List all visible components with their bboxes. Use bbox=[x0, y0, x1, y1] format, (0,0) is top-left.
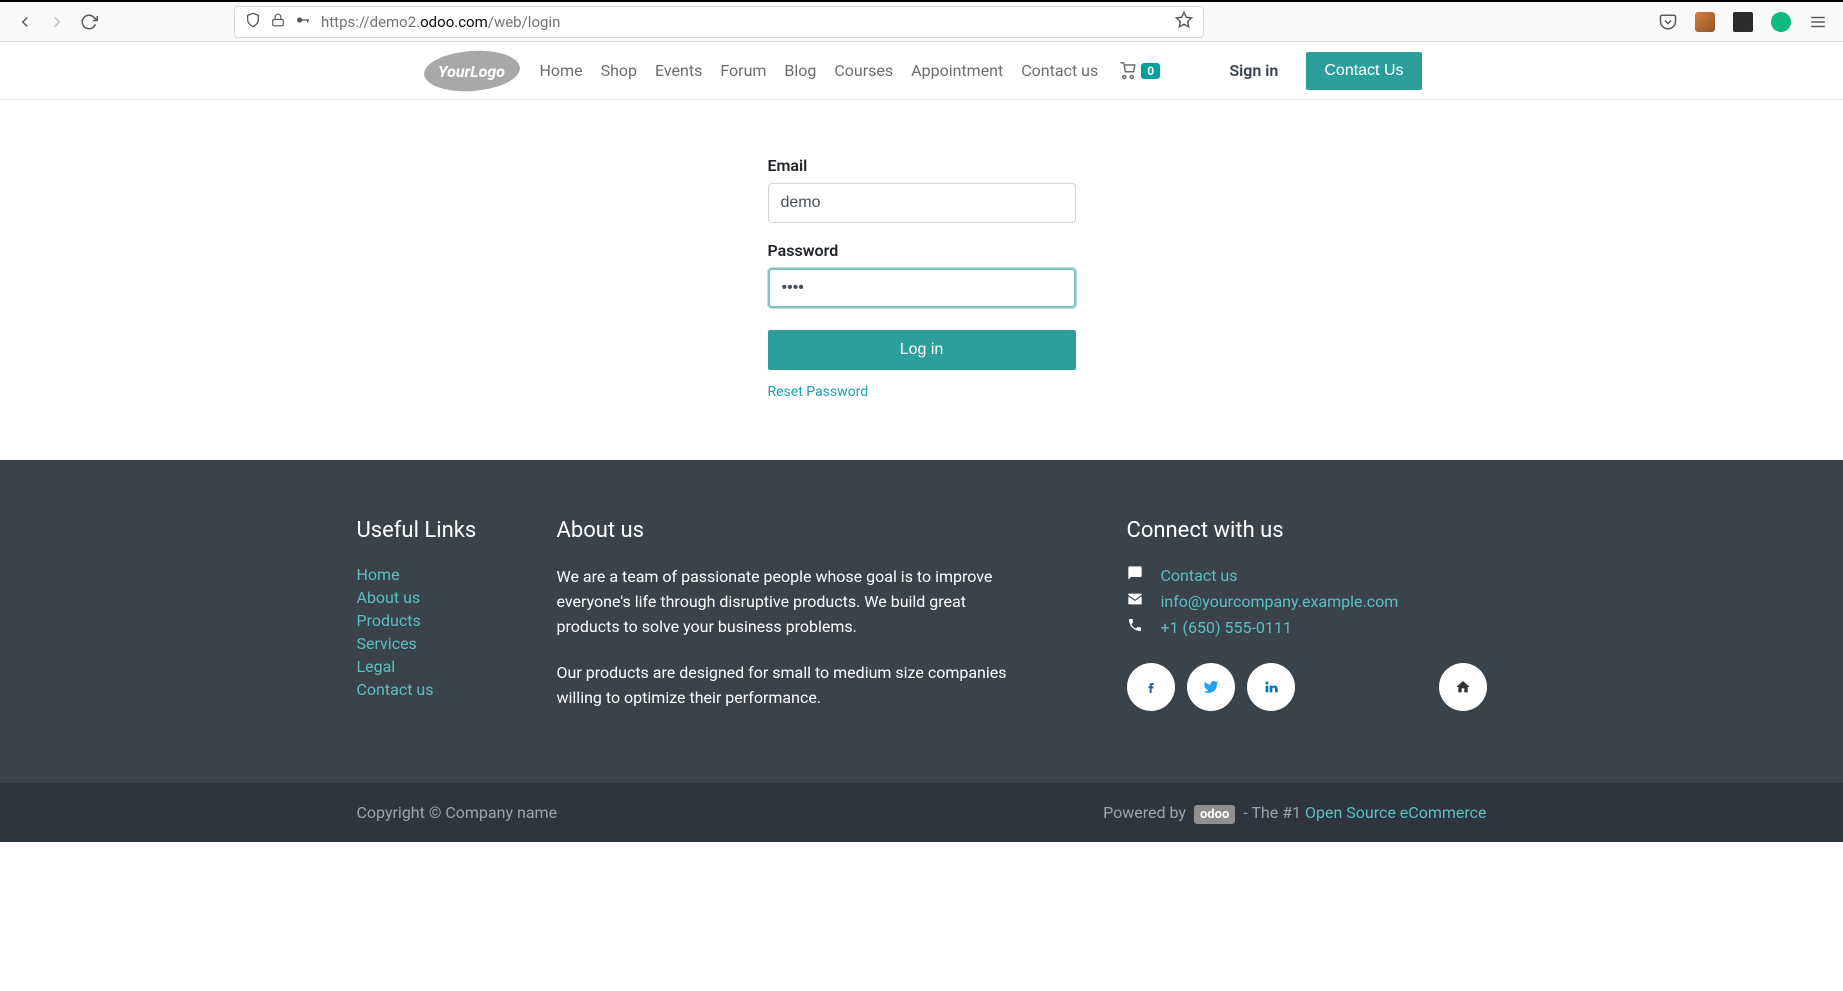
about-paragraph-2: Our products are designed for small to m… bbox=[557, 661, 1007, 711]
footer: Useful Links Home About us Products Serv… bbox=[0, 460, 1843, 783]
nav-home[interactable]: Home bbox=[540, 61, 583, 80]
bottom-bar: Copyright © Company name Powered by odoo… bbox=[0, 783, 1843, 842]
nav-shop[interactable]: Shop bbox=[601, 61, 637, 80]
contact-us-button[interactable]: Contact Us bbox=[1306, 52, 1421, 90]
footer-link-services[interactable]: Services bbox=[357, 634, 417, 653]
site-header: YourLogo Home Shop Events Forum Blog Cou… bbox=[0, 42, 1843, 100]
footer-contact-link[interactable]: Contact us bbox=[1161, 566, 1238, 585]
phone-icon bbox=[1127, 617, 1143, 637]
pocket-icon[interactable] bbox=[1659, 13, 1677, 31]
powered-by-text: Powered by odoo - The #1 Open Source eCo… bbox=[1103, 803, 1486, 822]
extension-icon-1[interactable] bbox=[1695, 12, 1715, 32]
url-bar[interactable]: https://demo2.odoo.com/web/login bbox=[234, 6, 1204, 38]
nav-contact[interactable]: Contact us bbox=[1021, 61, 1098, 80]
email-label: Email bbox=[768, 156, 1076, 175]
nav-events[interactable]: Events bbox=[655, 61, 702, 80]
odoo-pill[interactable]: odoo bbox=[1194, 805, 1235, 824]
footer-link-home[interactable]: Home bbox=[357, 565, 400, 584]
email-input[interactable] bbox=[768, 183, 1076, 223]
connect-title: Connect with us bbox=[1127, 518, 1487, 543]
nav-courses[interactable]: Courses bbox=[834, 61, 893, 80]
nav-blog[interactable]: Blog bbox=[784, 61, 816, 80]
home-button[interactable] bbox=[1439, 663, 1487, 711]
url-text: https://demo2.odoo.com/web/login bbox=[321, 13, 1165, 31]
password-input[interactable] bbox=[768, 268, 1076, 308]
footer-link-about[interactable]: About us bbox=[357, 588, 421, 607]
footer-email-link[interactable]: info@yourcompany.example.com bbox=[1161, 592, 1399, 611]
nav-appointment[interactable]: Appointment bbox=[911, 61, 1003, 80]
about-title: About us bbox=[557, 518, 1017, 543]
chat-icon bbox=[1127, 565, 1143, 585]
useful-links-section: Useful Links Home About us Products Serv… bbox=[357, 518, 557, 733]
footer-link-legal[interactable]: Legal bbox=[357, 657, 396, 676]
browser-chrome: https://demo2.odoo.com/web/login bbox=[0, 0, 1843, 42]
nav-forum[interactable]: Forum bbox=[720, 61, 766, 80]
password-label: Password bbox=[768, 241, 1076, 260]
star-icon[interactable] bbox=[1175, 11, 1193, 33]
extension-icon-3[interactable] bbox=[1771, 12, 1791, 32]
footer-link-products[interactable]: Products bbox=[357, 611, 421, 630]
lock-icon bbox=[271, 13, 285, 31]
key-icon bbox=[295, 12, 311, 32]
about-section: About us We are a team of passionate peo… bbox=[557, 518, 1017, 733]
cart-button[interactable]: 0 bbox=[1118, 62, 1160, 80]
about-paragraph-1: We are a team of passionate people whose… bbox=[557, 565, 1007, 639]
connect-section: Connect with us Contact us info@yourcomp… bbox=[1127, 518, 1487, 733]
copyright-text: Copyright © Company name bbox=[357, 803, 558, 822]
cart-icon bbox=[1118, 62, 1138, 80]
useful-links-title: Useful Links bbox=[357, 518, 557, 543]
extension-icon-2[interactable] bbox=[1733, 12, 1753, 32]
login-form: Email Password Log in Reset Password bbox=[768, 156, 1076, 400]
site-logo[interactable]: YourLogo bbox=[422, 50, 522, 92]
shield-icon bbox=[245, 12, 261, 32]
footer-link-contact[interactable]: Contact us bbox=[357, 680, 434, 699]
open-source-link[interactable]: Open Source eCommerce bbox=[1305, 803, 1487, 822]
reload-button[interactable] bbox=[80, 13, 98, 31]
main-nav: Home Shop Events Forum Blog Courses Appo… bbox=[540, 61, 1099, 80]
linkedin-button[interactable] bbox=[1247, 663, 1295, 711]
menu-icon[interactable] bbox=[1809, 13, 1827, 31]
signin-link[interactable]: Sign in bbox=[1229, 61, 1278, 80]
back-button[interactable] bbox=[16, 13, 34, 31]
twitter-button[interactable] bbox=[1187, 663, 1235, 711]
envelope-icon bbox=[1127, 591, 1143, 611]
footer-phone-link[interactable]: +1 (650) 555-0111 bbox=[1161, 618, 1292, 637]
login-button[interactable]: Log in bbox=[768, 330, 1076, 370]
forward-button[interactable] bbox=[48, 13, 66, 31]
facebook-button[interactable] bbox=[1127, 663, 1175, 711]
cart-count: 0 bbox=[1141, 63, 1160, 79]
reset-password-link[interactable]: Reset Password bbox=[768, 384, 869, 400]
